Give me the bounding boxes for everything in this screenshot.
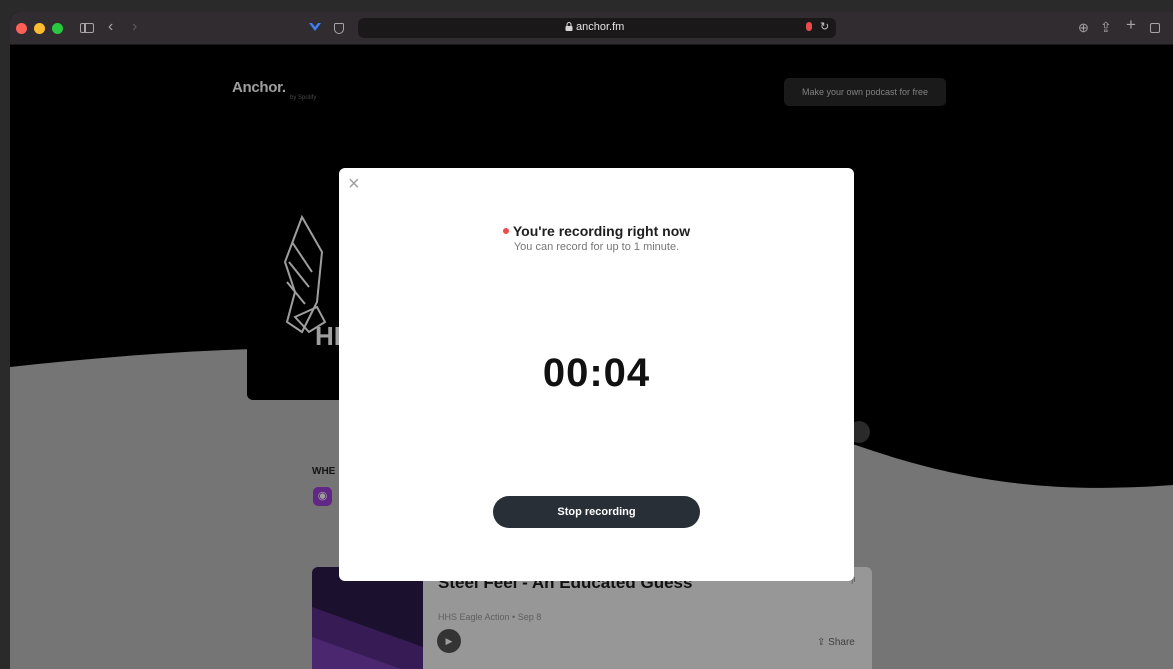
reload-icon[interactable]: ↻	[820, 20, 829, 33]
recording-dot-icon	[502, 228, 509, 234]
back-icon[interactable]: ‹	[108, 17, 113, 37]
mic-icon[interactable]	[806, 22, 812, 31]
shield-icon[interactable]	[334, 23, 344, 34]
address-bar[interactable]: anchor.fm ↻	[358, 18, 836, 38]
web-page: Anchor. by Spotify Make your own podcast…	[10, 45, 1173, 669]
url-text: anchor.fm	[576, 21, 625, 33]
recording-subtitle: You can record for up to 1 minute.	[513, 241, 680, 253]
close-window-button[interactable]	[16, 23, 27, 34]
browser-toolbar: ‹ › anchor.fm ↻ ⊕ ⇪ +	[10, 12, 1173, 45]
tabs-overview-icon[interactable]	[1150, 23, 1160, 33]
zoom-window-button[interactable]	[52, 23, 63, 34]
download-icon[interactable]: ⊕	[1078, 18, 1089, 38]
stop-recording-button[interactable]: Stop recording	[493, 496, 700, 528]
recording-title: You're recording right now	[339, 223, 854, 239]
recording-modal: × You're recording right now You can rec…	[339, 168, 854, 581]
share-icon[interactable]: ⇪	[1100, 17, 1112, 37]
recording-timer: 00:04	[542, 351, 651, 395]
forward-icon[interactable]: ›	[132, 17, 137, 37]
browser-window: ‹ › anchor.fm ↻ ⊕ ⇪ + Anchor. by Spotify…	[10, 12, 1173, 669]
new-tab-icon[interactable]: +	[1126, 15, 1136, 35]
sidebar-icon[interactable]	[80, 23, 94, 33]
recording-title-text: You're recording right now	[512, 223, 691, 239]
close-icon[interactable]: ×	[348, 173, 360, 195]
minimize-window-button[interactable]	[34, 23, 45, 34]
lock-icon	[565, 22, 573, 34]
extension-icon[interactable]	[308, 18, 322, 38]
